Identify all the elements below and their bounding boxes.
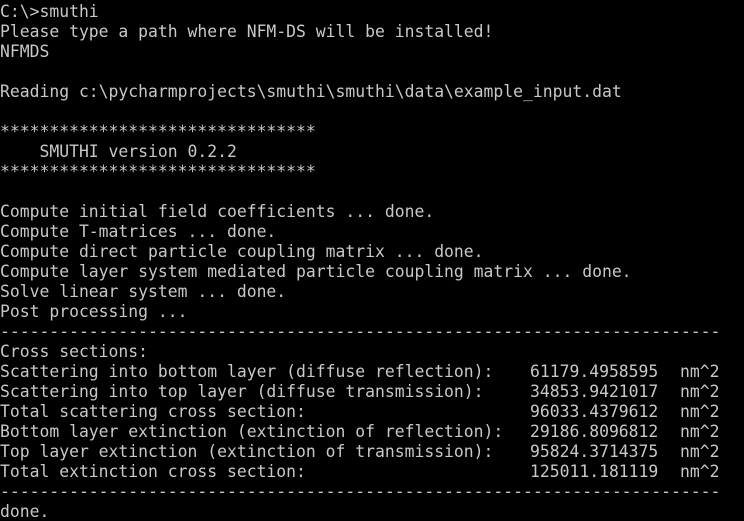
- result-label: Top layer extinction (extinction of tran…: [0, 442, 494, 461]
- command-prompt: C:\>smuthi: [0, 2, 99, 21]
- result-row: Scattering into bottom layer (diffuse re…: [0, 362, 744, 382]
- result-unit: nm^2: [680, 362, 720, 381]
- result-value: 29186.8096812: [530, 422, 659, 441]
- step-line: Compute initial field coefficients ... d…: [0, 202, 435, 221]
- result-unit: nm^2: [680, 442, 720, 461]
- cross-sections-heading: Cross sections:: [0, 342, 149, 361]
- banner-stars-top: ********************************: [0, 122, 316, 141]
- result-label: Scattering into top layer (diffuse trans…: [0, 382, 484, 401]
- step-line: Compute direct particle coupling matrix …: [0, 242, 484, 261]
- result-unit: nm^2: [680, 422, 720, 441]
- reading-input-file: Reading c:\pycharmprojects\smuthi\smuthi…: [0, 82, 622, 101]
- step-line: Compute layer system mediated particle c…: [0, 262, 632, 281]
- result-label: Bottom layer extinction (extinction of r…: [0, 422, 504, 441]
- result-row: Total extinction cross section: 125011.1…: [0, 462, 744, 482]
- separator-line: ----------------------------------------…: [0, 322, 721, 341]
- separator-line: ----------------------------------------…: [0, 482, 721, 501]
- step-line: Compute T-matrices ... done.: [0, 222, 277, 241]
- banner-stars-bottom: ********************************: [0, 162, 316, 181]
- result-value: 34853.9421017: [530, 382, 659, 401]
- done-line: done.: [0, 502, 50, 521]
- result-unit: nm^2: [680, 462, 720, 481]
- result-row: Bottom layer extinction (extinction of r…: [0, 422, 744, 442]
- step-line: Solve linear system ... done.: [0, 282, 287, 301]
- result-value: 95824.3714375: [530, 442, 659, 461]
- result-value: 125011.181119: [530, 462, 659, 481]
- result-unit: nm^2: [680, 382, 720, 401]
- result-value: 61179.4958595: [530, 362, 659, 381]
- result-unit: nm^2: [680, 402, 720, 421]
- result-row: Total scattering cross section: 96033.43…: [0, 402, 744, 422]
- result-label: Total scattering cross section:: [0, 402, 306, 421]
- result-label: Total extinction cross section:: [0, 462, 306, 481]
- result-row: Scattering into top layer (diffuse trans…: [0, 382, 744, 402]
- install-path-prompt: Please type a path where NFM-DS will be …: [0, 22, 494, 41]
- result-row: Top layer extinction (extinction of tran…: [0, 442, 744, 462]
- banner-version: SMUTHI version 0.2.2: [0, 142, 237, 161]
- result-value: 96033.4379612: [530, 402, 659, 421]
- console-window[interactable]: C:\>smuthi Please type a path where NFM-…: [0, 2, 744, 521]
- step-line: Post processing ...: [0, 302, 188, 321]
- install-path-answer: NFMDS: [0, 42, 50, 61]
- result-label: Scattering into bottom layer (diffuse re…: [0, 362, 494, 381]
